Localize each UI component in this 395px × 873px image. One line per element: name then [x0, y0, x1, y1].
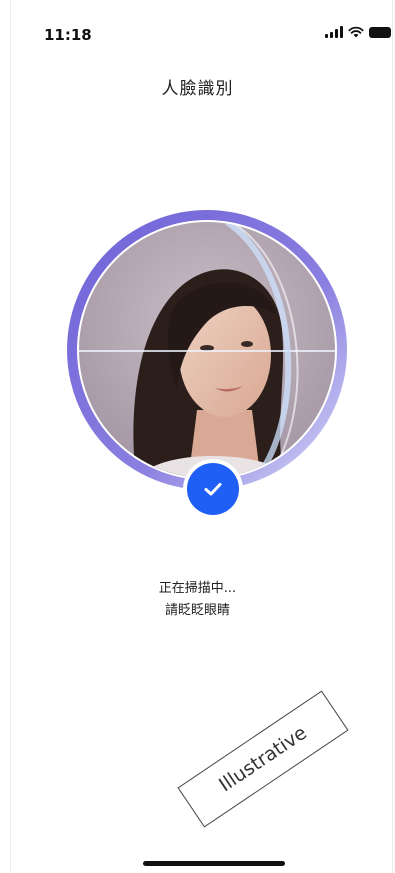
- scan-success-badge: [183, 459, 243, 519]
- wifi-icon: [348, 26, 364, 38]
- scan-status-line-2: 請眨眨眼睛: [164, 603, 230, 618]
- scan-status-line-1: 正在掃描中...: [158, 581, 237, 596]
- face-scan-ring: [67, 210, 347, 490]
- cellular-signal-icon: [325, 26, 343, 38]
- checkmark-icon: [187, 463, 239, 515]
- battery-icon: [369, 26, 391, 38]
- status-time: 11:18: [44, 26, 92, 44]
- status-icons: [325, 26, 391, 38]
- face-recognition-screen: 11:18 人臉識別 正在掃描中... 請眨眨眼睛 Illustrative: [0, 0, 395, 873]
- home-indicator[interactable]: [143, 861, 285, 866]
- page-title: 人臉識別: [161, 79, 234, 99]
- scan-status-text: 正在掃描中... 請眨眨眼睛: [0, 578, 395, 622]
- status-bar: 11:18: [0, 0, 395, 60]
- face-scan-area: [67, 210, 347, 490]
